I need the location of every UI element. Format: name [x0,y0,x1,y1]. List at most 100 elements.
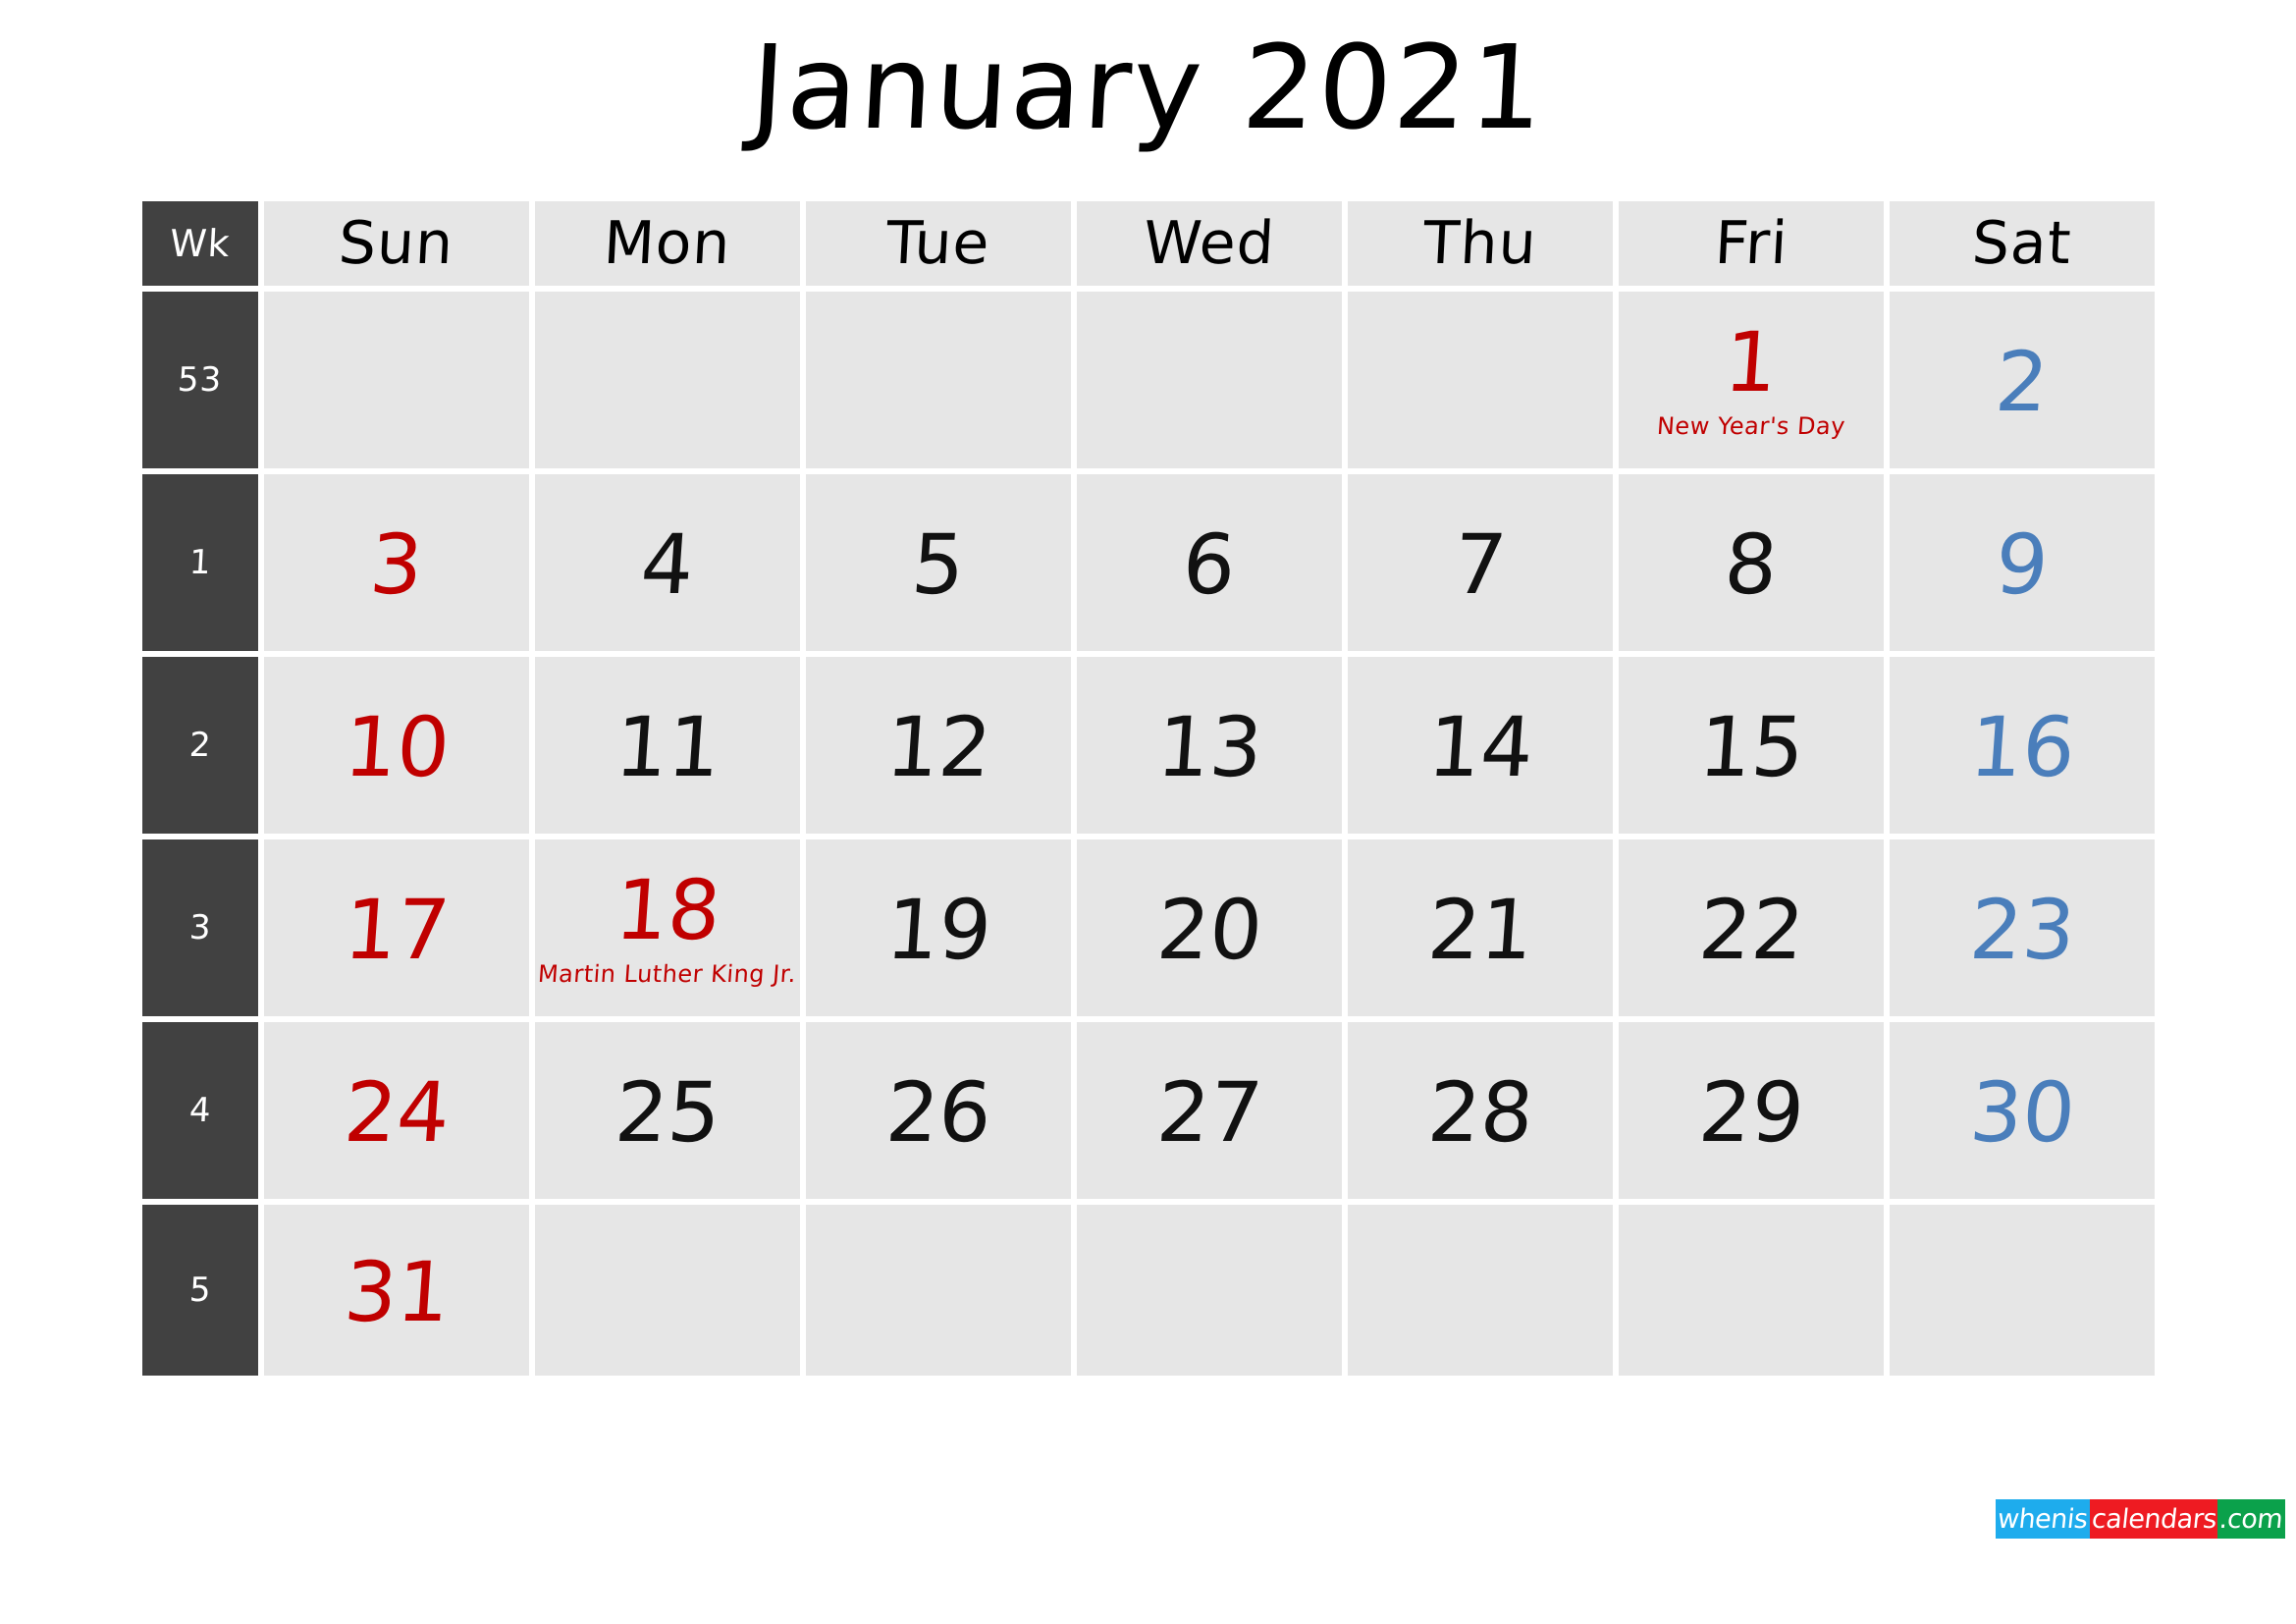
week-number: 3 [187,908,213,947]
day-number: 6 [1179,516,1240,613]
day-cell[interactable]: 12 [806,657,1071,834]
header-day-label: Sat [1970,209,2074,278]
day-number: 1 [1721,314,1782,410]
header-day-label: Mon [602,209,733,278]
header-day-thu: Thu [1348,201,1613,286]
day-cell[interactable]: 31 [264,1205,529,1376]
header-day-wed: Wed [1077,201,1342,286]
day-cell[interactable]: 23 [1890,839,2155,1016]
day-cell[interactable]: 24 [264,1022,529,1199]
day-cell-empty [1077,1205,1342,1376]
day-cell[interactable]: 14 [1348,657,1613,834]
day-cell[interactable]: 9 [1890,474,2155,651]
calendar-grid: Wk Sun Mon Tue Wed Thu Fri Sat 53 1 New Year's Day… [142,201,2155,1376]
week-number: 4 [187,1091,213,1130]
day-cell[interactable]: 21 [1348,839,1613,1016]
day-number: 30 [1966,1064,2078,1161]
day-number: 24 [341,1064,453,1161]
day-number: 23 [1966,882,2078,978]
day-number: 2 [1992,334,2053,430]
day-cell[interactable]: 4 [535,474,800,651]
header-day-mon: Mon [535,201,800,286]
day-cell[interactable]: 1 New Year's Day [1619,292,1884,468]
header-day-label: Tue [884,209,992,278]
week-number-cell: 5 [142,1205,258,1376]
day-cell[interactable]: 15 [1619,657,1884,834]
logo-segment-text: whenis [1996,1503,2090,1535]
day-cell[interactable]: 17 [264,839,529,1016]
header-day-label: Thu [1421,209,1539,278]
day-cell[interactable]: 5 [806,474,1071,651]
day-number: 20 [1153,882,1265,978]
header-day-fri: Fri [1619,201,1884,286]
day-cell[interactable]: 8 [1619,474,1884,651]
day-cell[interactable]: 19 [806,839,1071,1016]
day-number: 25 [612,1064,723,1161]
week-number-cell: 4 [142,1022,258,1199]
day-cell[interactable]: 22 [1619,839,1884,1016]
day-cell-empty [1619,1205,1884,1376]
logo-segment-text: .com [2217,1503,2285,1535]
week-number: 2 [187,726,213,765]
day-cell[interactable]: 16 [1890,657,2155,834]
day-cell[interactable]: 2 [1890,292,2155,468]
day-cell[interactable]: 27 [1077,1022,1342,1199]
day-number: 22 [1695,882,1807,978]
day-number: 31 [341,1244,453,1340]
day-cell[interactable]: 6 [1077,474,1342,651]
logo-segment-0[interactable]: whenis [1996,1499,2090,1539]
day-cell[interactable]: 29 [1619,1022,1884,1199]
day-number: 29 [1695,1064,1807,1161]
week-number-cell: 53 [142,292,258,468]
week-number-cell: 3 [142,839,258,1016]
day-cell-empty [806,1205,1071,1376]
day-number: 7 [1450,516,1511,613]
holiday-label: Martin Luther King Jr. [537,960,798,988]
day-cell-empty [1890,1205,2155,1376]
day-number: 10 [341,699,453,795]
day-number: 5 [908,516,969,613]
day-number: 18 [612,862,723,958]
header-day-label: Wed [1142,209,1277,278]
week-number: 1 [187,543,213,582]
week-number: 53 [177,360,224,400]
day-number: 17 [341,882,453,978]
day-cell[interactable]: 7 [1348,474,1613,651]
header-day-label: Fri [1712,209,1790,278]
day-number: 15 [1695,699,1807,795]
day-number: 11 [612,699,723,795]
logo-segment-1[interactable]: calendars [2089,1499,2218,1539]
day-cell-empty [1077,292,1342,468]
day-cell-empty [1348,1205,1613,1376]
header-day-label: Sun [337,209,456,278]
day-number: 13 [1153,699,1265,795]
day-cell[interactable]: 10 [264,657,529,834]
day-cell[interactable]: 11 [535,657,800,834]
day-cell[interactable]: 13 [1077,657,1342,834]
week-number: 5 [187,1271,213,1310]
day-cell[interactable]: 25 [535,1022,800,1199]
logo-segment-2[interactable]: .com [2217,1499,2285,1539]
day-cell[interactable]: 26 [806,1022,1071,1199]
day-cell[interactable]: 28 [1348,1022,1613,1199]
day-cell-empty [264,292,529,468]
day-number: 3 [366,516,427,613]
header-day-tue: Tue [806,201,1071,286]
week-number-cell: 1 [142,474,258,651]
holiday-label: New Year's Day [1656,412,1846,440]
header-week-cell: Wk [142,201,258,286]
day-number: 4 [637,516,698,613]
day-cell[interactable]: 3 [264,474,529,651]
day-cell[interactable]: 30 [1890,1022,2155,1199]
day-cell[interactable]: 20 [1077,839,1342,1016]
day-number: 28 [1424,1064,1536,1161]
day-number: 27 [1153,1064,1265,1161]
day-number: 19 [882,882,994,978]
day-cell[interactable]: 18 Martin Luther King Jr. [535,839,800,1016]
day-number: 16 [1966,699,2078,795]
day-cell-empty [806,292,1071,468]
header-day-sat: Sat [1890,201,2155,286]
day-cell-empty [535,1205,800,1376]
site-logo[interactable]: whenis calendars .com [1996,1499,2285,1539]
day-number: 21 [1424,882,1536,978]
